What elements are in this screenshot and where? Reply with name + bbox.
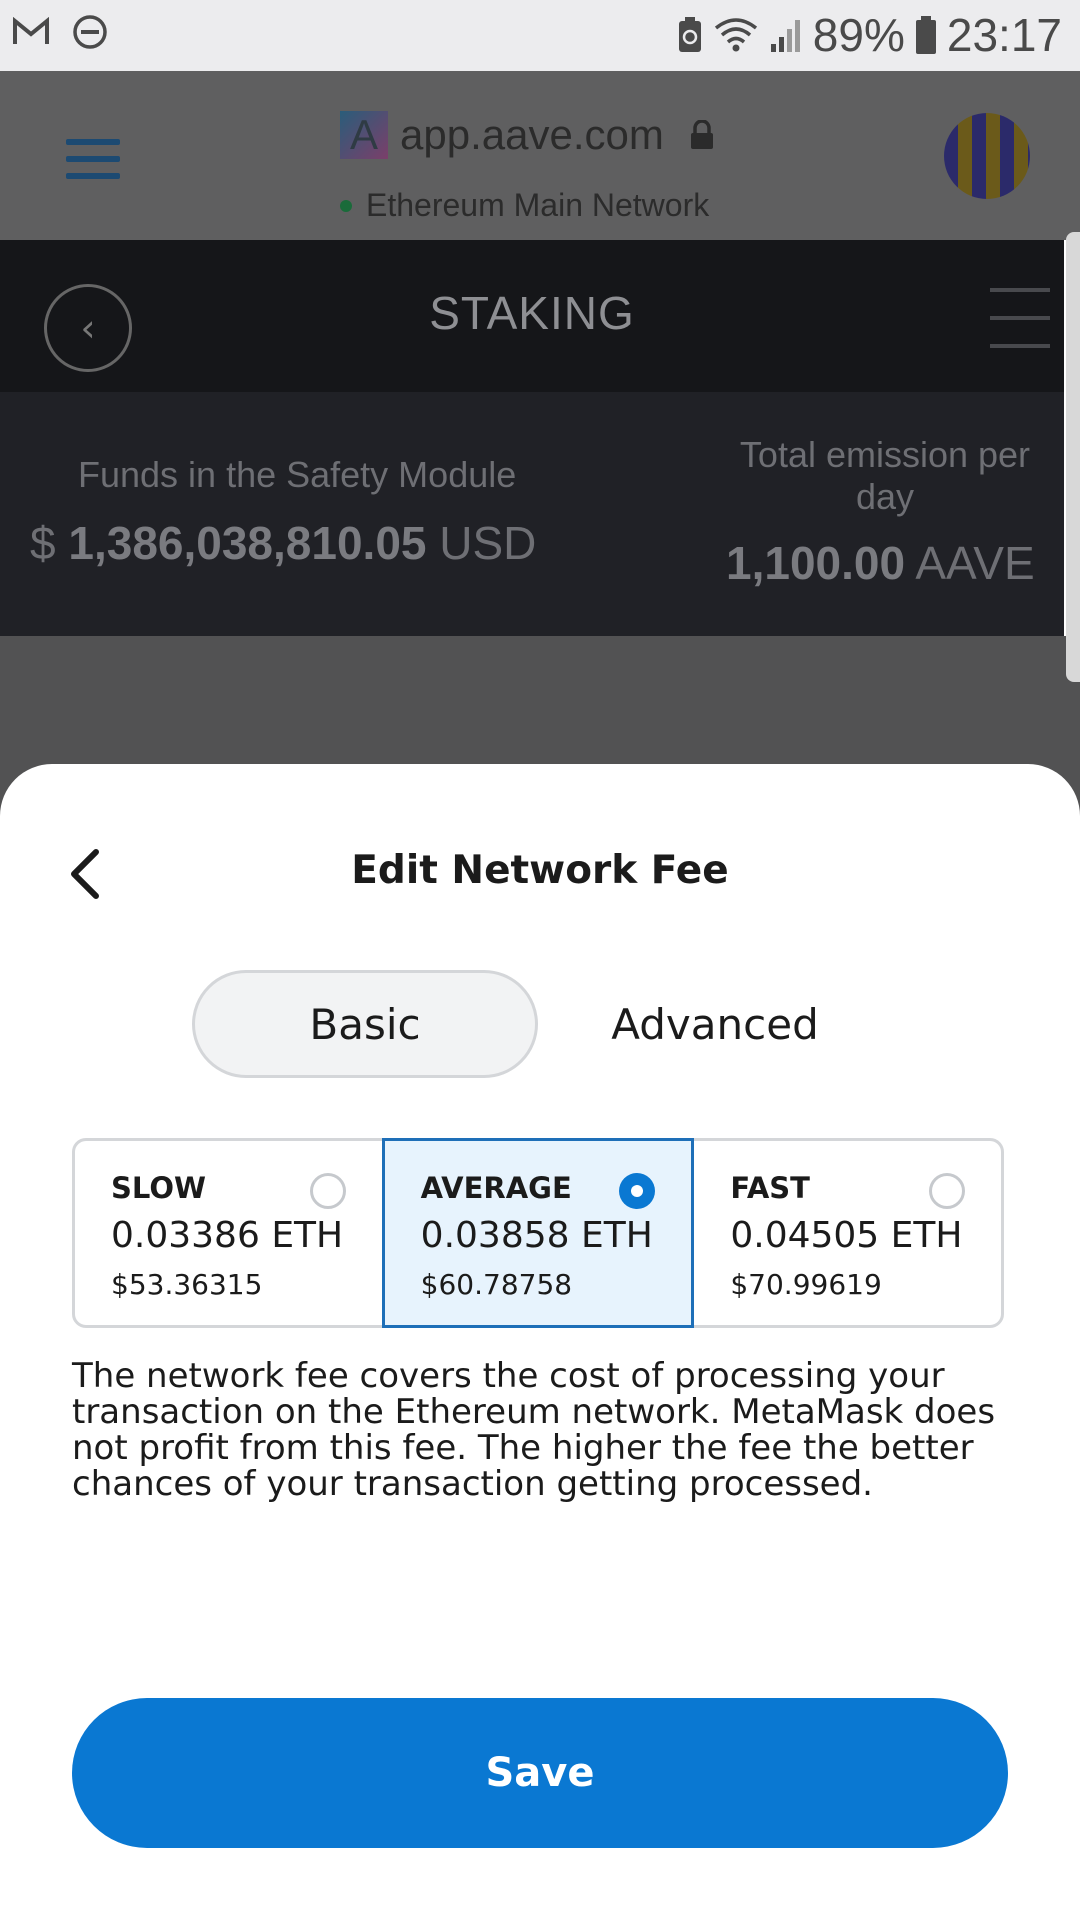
fee-eth: 0.03858 ETH <box>420 1215 653 1256</box>
status-bar: 89% 23:17 <box>0 0 1080 71</box>
network-name: Ethereum Main Network <box>366 187 710 223</box>
battery-saver-icon <box>678 17 701 52</box>
tab-basic[interactable]: Basic <box>192 970 538 1078</box>
staking-stats: Funds in the Safety Module $ 1,386,038,8… <box>0 392 1064 636</box>
signal-icon <box>770 20 800 52</box>
fee-option-average[interactable]: AVERAGE 0.03858 ETH $60.78758 <box>381 1138 695 1328</box>
edit-network-fee-sheet: Edit Network Fee Basic Advanced SLOW 0.0… <box>0 764 1080 1920</box>
staking-header: ‹ STAKING <box>0 240 1064 392</box>
fee-option-fast[interactable]: FAST 0.04505 ETH $70.99619 <box>694 1141 1001 1325</box>
sheet-title: Edit Network Fee <box>351 848 729 893</box>
radio-slow[interactable] <box>309 1173 346 1209</box>
emission-label: Total emission per day <box>739 434 1031 517</box>
scrollbar[interactable] <box>1066 232 1080 682</box>
fee-eth: 0.03386 ETH <box>111 1215 344 1256</box>
battery-icon <box>915 16 936 54</box>
radio-fast[interactable] <box>929 1173 966 1209</box>
save-button[interactable]: Save <box>72 1698 1008 1848</box>
fee-option-slow[interactable]: SLOW 0.03386 ETH $53.36315 <box>75 1141 382 1325</box>
url-bar[interactable]: A app.aave.com <box>340 111 714 159</box>
browser-header: A app.aave.com Ethereum Main Network <box>0 71 1080 240</box>
fee-eth: 0.04505 ETH <box>730 1215 963 1256</box>
do-not-disturb-icon <box>73 15 107 49</box>
staking-menu-icon[interactable] <box>990 288 1050 372</box>
gmail-icon <box>13 17 49 44</box>
wifi-icon <box>714 18 757 52</box>
lock-icon <box>690 120 713 149</box>
account-avatar[interactable] <box>944 113 1030 199</box>
aave-logo-icon: A <box>340 111 388 159</box>
staking-title: STAKING <box>429 287 635 339</box>
fee-explanation: The network fee covers the cost of proce… <box>72 1356 996 1504</box>
network-status-dot <box>340 199 352 212</box>
battery-percent: 89% <box>812 9 905 61</box>
clock: 23:17 <box>946 9 1062 61</box>
network-indicator: Ethereum Main Network <box>340 187 709 224</box>
tab-advanced[interactable]: Advanced <box>590 970 840 1078</box>
fee-usd: $60.78758 <box>420 1268 573 1301</box>
funds-label: Funds in the Safety Module <box>78 454 517 495</box>
menu-icon[interactable] <box>66 139 120 179</box>
url-text: app.aave.com <box>400 111 664 158</box>
fee-usd: $70.99619 <box>730 1268 882 1301</box>
fee-options: SLOW 0.03386 ETH $53.36315 AVERAGE 0.038… <box>72 1138 1004 1328</box>
funds-value: $ 1,386,038,810.05 USD <box>30 517 537 569</box>
fee-usd: $53.36315 <box>111 1268 263 1301</box>
emission-value: 1,100.00 AAVE <box>726 537 1035 589</box>
